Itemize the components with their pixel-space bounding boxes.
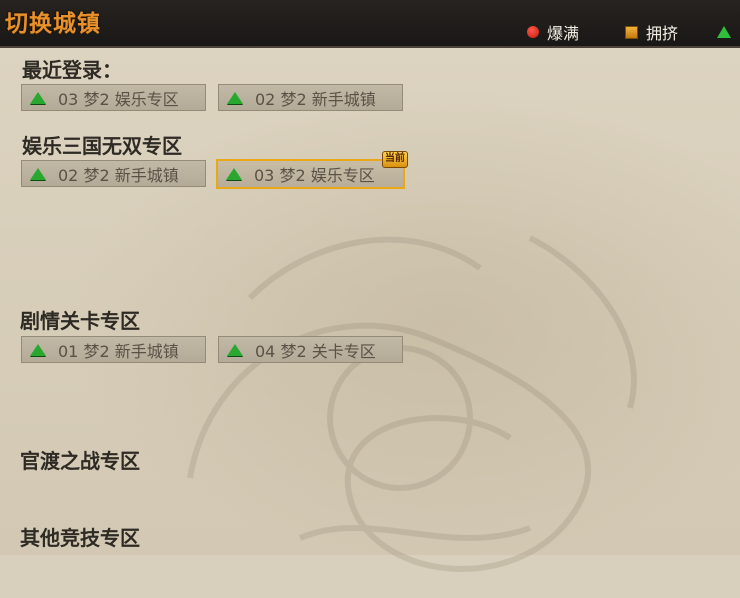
legend-full-label: 爆满 [547, 24, 580, 43]
current-server-badge: 当前 [382, 151, 408, 168]
smooth-status-icon [30, 91, 46, 104]
legend-crowded-label: 拥挤 [646, 24, 679, 43]
server-name: 02 梦2 新手城镇 [255, 89, 376, 109]
section-guandu-title: 官渡之战专区 [20, 449, 140, 473]
server-button-entertainment-1[interactable]: 02 梦2 新手城镇 [21, 160, 206, 187]
server-name: 04 梦2 关卡专区 [255, 341, 376, 361]
smooth-status-icon [226, 168, 242, 180]
smooth-status-icon [227, 343, 243, 356]
orange-square-icon [625, 25, 638, 39]
server-name: 02 梦2 新手城镇 [58, 165, 179, 185]
legend-crowded: 拥挤 [625, 22, 679, 43]
dragon-watermark-icon [187, 235, 637, 572]
server-name: 01 梦2 新手城镇 [58, 341, 179, 361]
section-entertainment-title: 娱乐三国无双专区 [22, 134, 182, 158]
section-other-title: 其他竞技专区 [20, 526, 140, 550]
smooth-status-icon [30, 167, 46, 180]
section-recent-title: 最近登录： [22, 58, 122, 82]
server-name: 03 梦2 娱乐专区 [254, 166, 375, 185]
smooth-status-icon [30, 343, 46, 356]
green-triangle-icon [717, 26, 731, 38]
server-button-story-1[interactable]: 01 梦2 新手城镇 [21, 336, 206, 363]
server-button-recent-2[interactable]: 02 梦2 新手城镇 [218, 84, 403, 111]
server-name: 03 梦2 娱乐专区 [58, 89, 179, 109]
legend-full: 爆满 [527, 22, 580, 43]
server-button-story-2[interactable]: 04 梦2 关卡专区 [218, 336, 403, 363]
window-title: 切换城镇 [5, 11, 101, 37]
server-button-recent-1[interactable]: 03 梦2 娱乐专区 [21, 84, 206, 111]
server-button-entertainment-2-selected[interactable]: 03 梦2 娱乐专区 [216, 159, 405, 189]
paper-background [0, 48, 740, 572]
smooth-status-icon [227, 91, 243, 104]
section-story-title: 剧情关卡专区 [20, 309, 140, 333]
legend-smooth [717, 22, 731, 42]
red-dot-icon [527, 26, 539, 38]
window-header: 切换城镇 爆满 拥挤 [0, 0, 740, 48]
